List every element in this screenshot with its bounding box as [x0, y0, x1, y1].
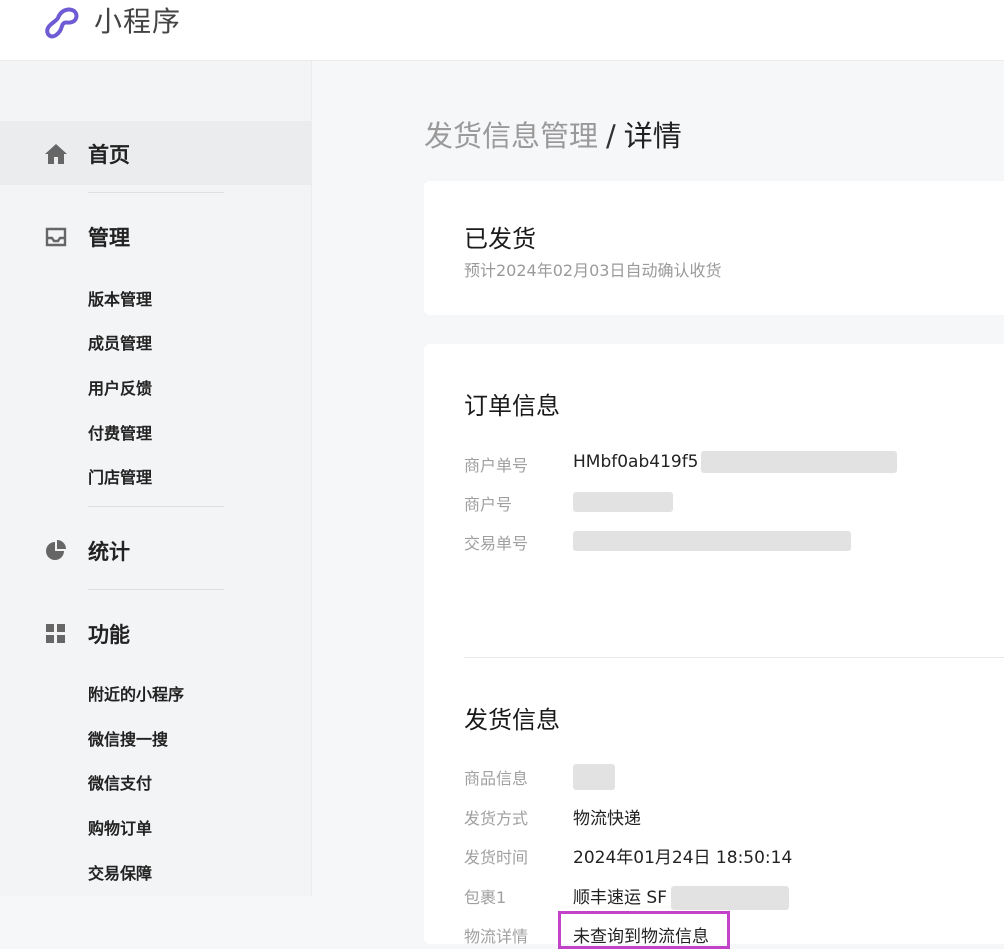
sidebar-item-transaction-guarantee[interactable]: 交易保障 — [88, 860, 152, 884]
pie-chart-icon — [46, 540, 66, 560]
mini-program-logo-icon[interactable] — [42, 6, 82, 42]
shipping-time-label: 发货时间 — [464, 848, 529, 867]
details-card: 订单信息 商户单号 HMbf0ab419f5 商户号 交易单号 发货信息 商品信… — [424, 344, 1004, 949]
product-info-value — [573, 764, 615, 790]
sidebar-item-shopping-orders[interactable]: 购物订单 — [88, 815, 152, 839]
merchant-id-label: 商户号 — [464, 495, 513, 514]
sidebar-item-payment-management[interactable]: 付费管理 — [88, 420, 152, 444]
sidebar-item-statistics[interactable]: 统计 — [0, 518, 311, 582]
carrier-text: 顺丰速运 SF — [573, 888, 667, 908]
shipping-method-value: 物流快递 — [573, 809, 641, 829]
sidebar-item-label: 管理 — [88, 226, 130, 250]
breadcrumb-current: 详情 — [623, 119, 682, 153]
section-divider — [464, 657, 1004, 658]
redacted-block — [700, 451, 897, 473]
grid-icon — [46, 624, 65, 643]
top-bar: 小程序 — [0, 0, 1004, 61]
app-title: 小程序 — [94, 5, 182, 38]
merchant-order-no-value: HMbf0ab419f5 — [573, 451, 897, 473]
main-content: 发货信息管理 / 详情 已发货 预计2024年02月03日自动确认收货 订单信息 商… — [312, 61, 1004, 949]
home-icon — [45, 144, 67, 164]
package-value: 顺丰速运 SF — [573, 883, 789, 910]
package-label: 包裹1 — [464, 888, 507, 907]
redacted-block — [573, 531, 851, 551]
sidebar-item-label: 首页 — [88, 143, 130, 167]
sidebar-item-store-management[interactable]: 门店管理 — [88, 464, 152, 488]
inbox-icon — [45, 227, 67, 247]
sidebar-item-features[interactable]: 功能 — [0, 601, 311, 665]
shipping-method-label: 发货方式 — [464, 809, 529, 828]
breadcrumb-separator: / — [606, 119, 616, 153]
divider — [88, 589, 224, 590]
sidebar-item-version-management[interactable]: 版本管理 — [88, 286, 152, 310]
product-info-label: 商品信息 — [464, 769, 529, 788]
shipping-time-value: 2024年01月24日 18:50:14 — [573, 848, 793, 868]
sidebar-item-wechat-search[interactable]: 微信搜一搜 — [88, 726, 168, 750]
divider — [88, 506, 224, 507]
order-info-title: 订单信息 — [464, 392, 560, 420]
sidebar-item-member-management[interactable]: 成员管理 — [88, 330, 152, 354]
redacted-block — [573, 764, 615, 790]
auto-confirm-note: 预计2024年02月03日自动确认收货 — [464, 261, 722, 280]
sidebar-item-wechat-pay[interactable]: 微信支付 — [88, 770, 152, 794]
shipping-status: 已发货 — [464, 225, 536, 253]
status-card: 已发货 预计2024年02月03日自动确认收货 — [424, 181, 1004, 315]
merchant-order-no-text: HMbf0ab419f5 — [573, 452, 699, 472]
logistics-detail-label: 物流详情 — [464, 927, 529, 946]
annotation-highlight-box — [558, 911, 730, 949]
sidebar: 首页 管理 版本管理 成员管理 用户反馈 付费管理 门店管理 统计 功能 附近的… — [0, 61, 312, 896]
divider — [88, 192, 224, 193]
sidebar-item-management[interactable]: 管理 — [0, 204, 311, 268]
redacted-block — [670, 886, 789, 910]
merchant-id-value — [573, 492, 673, 512]
breadcrumb: 发货信息管理 / 详情 — [424, 113, 682, 155]
sidebar-item-label: 统计 — [88, 540, 130, 564]
merchant-order-no-label: 商户单号 — [464, 456, 529, 475]
redacted-block — [573, 492, 673, 512]
sidebar-item-user-feedback[interactable]: 用户反馈 — [88, 375, 152, 399]
sidebar-item-home[interactable]: 首页 — [0, 121, 311, 185]
sidebar-item-nearby-mini-programs[interactable]: 附近的小程序 — [88, 681, 184, 705]
shipping-info-title: 发货信息 — [464, 706, 560, 734]
sidebar-item-label: 功能 — [88, 623, 130, 647]
transaction-no-label: 交易单号 — [464, 534, 529, 553]
transaction-no-value — [573, 531, 851, 551]
breadcrumb-parent-link[interactable]: 发货信息管理 — [424, 119, 598, 153]
